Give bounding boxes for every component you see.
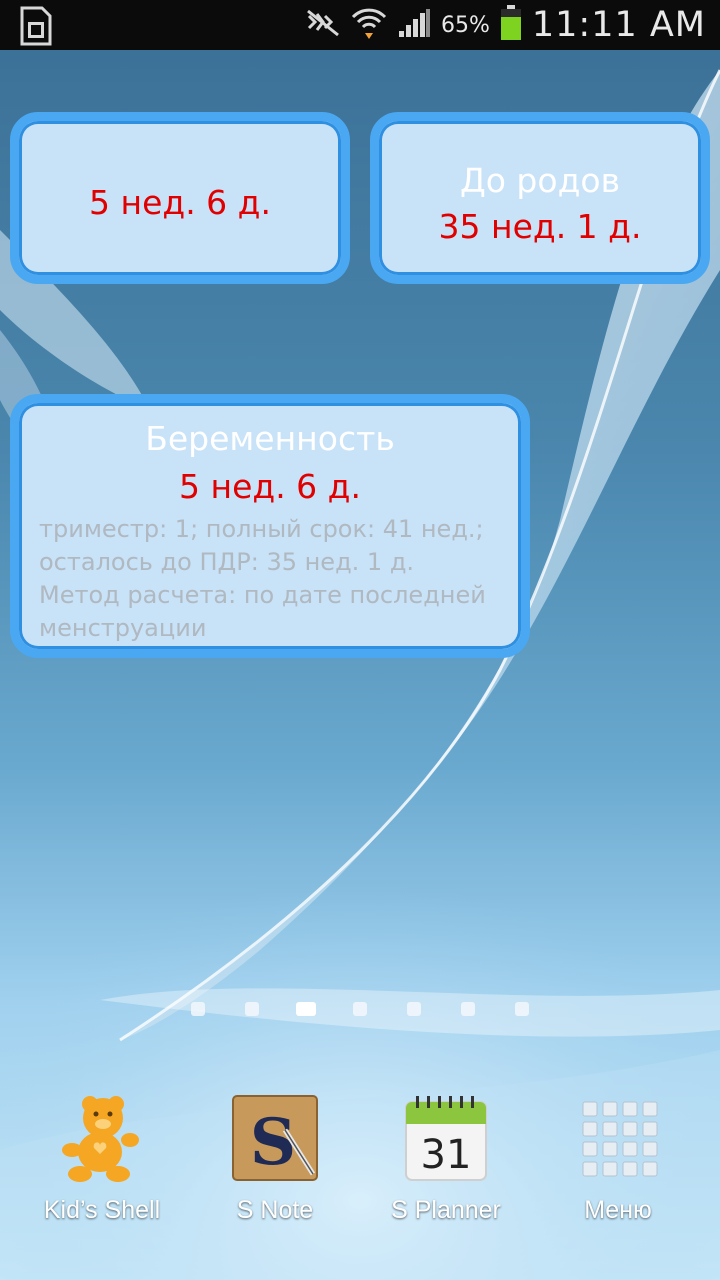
signal-icon bbox=[397, 7, 431, 43]
pregnancy-term-widget-small[interactable]: 5 нед. 6 д. bbox=[10, 112, 350, 284]
term-value: 5 нед. 6 д. bbox=[179, 467, 361, 506]
pregnancy-widget-large[interactable]: Беременность 5 нед. 6 д. триместр: 1; по… bbox=[10, 394, 530, 658]
dock-kids-shell[interactable]: Kid’s Shell bbox=[17, 1090, 187, 1225]
page-dot[interactable] bbox=[407, 1002, 421, 1016]
term-value: 5 нед. 6 д. bbox=[89, 183, 271, 222]
silent-icon bbox=[305, 8, 341, 42]
dock-s-note[interactable]: S S Note bbox=[190, 1090, 360, 1225]
wifi-icon bbox=[351, 5, 387, 45]
dock-label: S Planner bbox=[391, 1196, 501, 1224]
dock-label: S Note bbox=[236, 1196, 314, 1224]
dock-menu[interactable]: Меню bbox=[533, 1090, 703, 1225]
svg-text:S: S bbox=[250, 1105, 296, 1180]
remaining-value: 35 нед. 1 д. bbox=[438, 207, 642, 246]
calendar-icon: 31 bbox=[398, 1090, 494, 1186]
page-indicator bbox=[0, 1002, 720, 1018]
page-dot[interactable] bbox=[191, 1002, 205, 1016]
method-text: Метод расчета: по дате последней менстру… bbox=[39, 581, 486, 642]
page-dot-active[interactable] bbox=[296, 1002, 316, 1016]
battery-icon bbox=[500, 5, 522, 45]
page-dot[interactable] bbox=[515, 1002, 529, 1016]
status-bar: 65% 11:11 AM bbox=[0, 0, 720, 50]
sim-card-icon bbox=[18, 6, 54, 50]
dock-s-planner[interactable]: 31 S Planner bbox=[361, 1090, 531, 1225]
page-dot[interactable] bbox=[245, 1002, 259, 1016]
calendar-day: 31 bbox=[421, 1132, 472, 1178]
app-grid-icon bbox=[570, 1090, 666, 1186]
battery-percent: 65% bbox=[440, 12, 490, 38]
dock-label: Меню bbox=[584, 1196, 652, 1224]
widget-title: До родов bbox=[459, 161, 621, 200]
widget-title: Беременность bbox=[145, 419, 395, 458]
until-birth-widget[interactable]: До родов 35 нед. 1 д. bbox=[370, 112, 710, 284]
page-dot[interactable] bbox=[461, 1002, 475, 1016]
clock-time: 11:11 AM bbox=[531, 5, 706, 45]
teddy-bear-icon bbox=[54, 1090, 150, 1186]
dock-label: Kid’s Shell bbox=[43, 1196, 161, 1224]
s-note-icon: S bbox=[227, 1090, 323, 1186]
page-dot[interactable] bbox=[353, 1002, 367, 1016]
details-text: триместр: 1; полный срок: 41 нед.; остал… bbox=[39, 515, 484, 576]
